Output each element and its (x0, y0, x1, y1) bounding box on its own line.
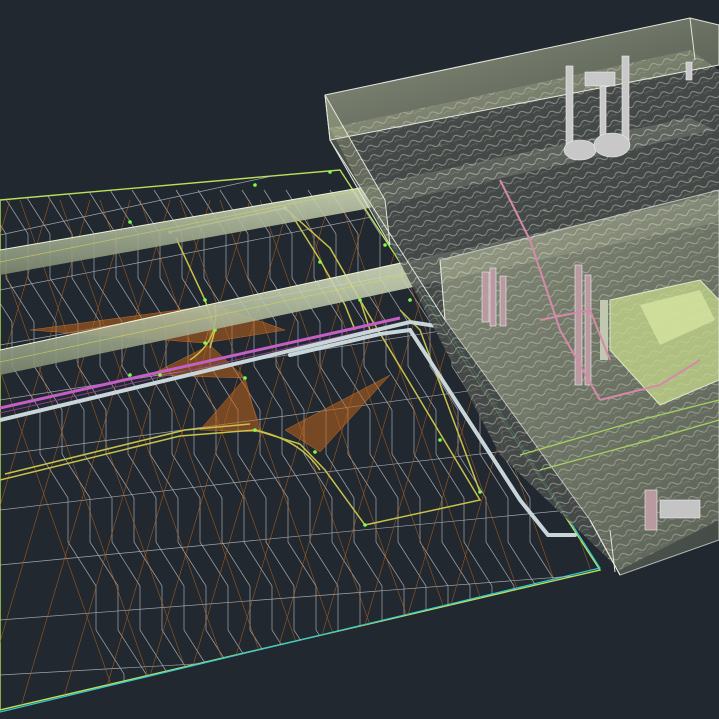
tri-line (0, 199, 131, 710)
mesh-line (87, 189, 257, 710)
mesh-line (131, 189, 301, 710)
mesh-line (65, 189, 235, 710)
survey-point[interactable] (128, 220, 132, 224)
survey-point[interactable] (243, 376, 247, 380)
survey-point[interactable] (363, 523, 367, 527)
tri-line (139, 199, 291, 710)
survey-point[interactable] (128, 373, 132, 377)
tri-line (99, 199, 251, 710)
tri-line (19, 199, 171, 710)
mesh-line (0, 573, 600, 621)
tri-line (99, 199, 281, 710)
survey-point[interactable] (253, 183, 257, 187)
survey-point[interactable] (203, 298, 207, 302)
survey-point[interactable] (313, 450, 317, 454)
survey-point[interactable] (318, 260, 322, 264)
survey-point[interactable] (203, 341, 207, 345)
mesh-line (153, 189, 323, 710)
mesh-line (43, 189, 213, 710)
survey-point[interactable] (383, 243, 387, 247)
survey-point[interactable] (438, 438, 442, 442)
tri-line (59, 199, 241, 710)
cad-3d-viewport[interactable] (0, 0, 719, 719)
survey-point[interactable] (253, 428, 257, 432)
mesh-line (0, 640, 600, 676)
structure-block[interactable] (324, 17, 719, 576)
survey-point[interactable] (408, 298, 412, 302)
survey-point[interactable] (478, 490, 482, 494)
mesh-line (197, 189, 367, 710)
survey-point[interactable] (328, 170, 332, 174)
model-space-canvas[interactable] (0, 0, 719, 719)
tri-line (0, 199, 91, 710)
survey-point[interactable] (158, 373, 162, 377)
survey-point[interactable] (358, 298, 362, 302)
